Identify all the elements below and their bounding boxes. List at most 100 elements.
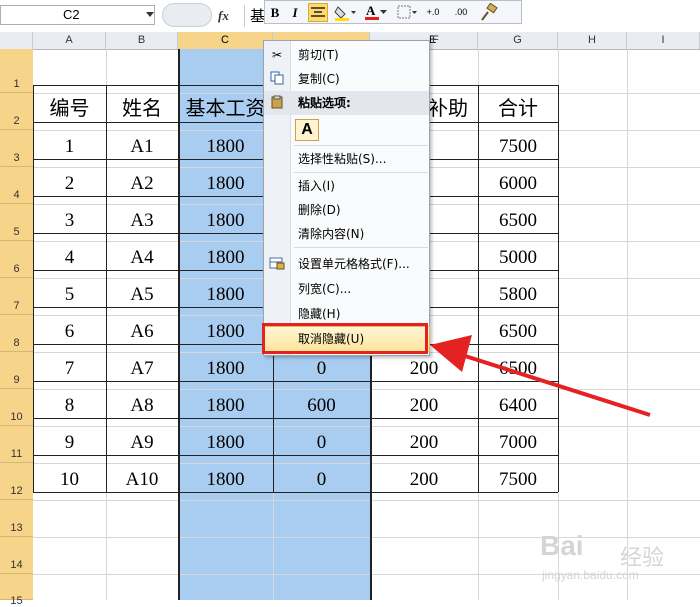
cell-total[interactable]: 6000 xyxy=(478,173,558,195)
menu-item-cut[interactable]: ✂ 剪切(T) xyxy=(264,43,429,67)
cell-col-e[interactable]: 0 xyxy=(273,432,370,454)
menu-item-insert[interactable]: 插入(I) xyxy=(264,174,429,198)
cell-total[interactable]: 7000 xyxy=(478,432,558,454)
column-header-g[interactable]: G xyxy=(478,32,558,49)
cell-total[interactable]: 6500 xyxy=(478,321,558,343)
row-header[interactable]: 1 xyxy=(0,49,33,93)
cell-total[interactable]: 5000 xyxy=(478,247,558,269)
column-header-a[interactable]: A xyxy=(33,32,106,49)
fill-color-button[interactable] xyxy=(333,3,357,22)
cell-base-salary[interactable]: 1800 xyxy=(178,395,273,417)
cell-id[interactable]: 3 xyxy=(33,210,106,232)
cell-id[interactable]: 8 xyxy=(33,395,106,417)
insert-function-button[interactable]: fx xyxy=(218,5,238,27)
cell-id[interactable]: 4 xyxy=(33,247,106,269)
center-align-button[interactable] xyxy=(308,3,328,22)
menu-item-copy[interactable]: 复制(C) xyxy=(264,67,429,91)
cell-allowance[interactable]: 200 xyxy=(370,469,478,491)
cell-name[interactable]: A10 xyxy=(106,469,178,491)
cell-allowance[interactable]: 200 xyxy=(370,358,478,380)
cell-allowance[interactable]: 200 xyxy=(370,432,478,454)
column-header-c[interactable]: C xyxy=(178,32,273,49)
increase-decimal-button[interactable]: +.0 xyxy=(421,3,445,22)
cell-base-salary[interactable]: 1800 xyxy=(178,321,273,343)
cell-total[interactable]: 7500 xyxy=(478,136,558,158)
context-menu: ✂ 剪切(T) 复制(C) 粘贴选项: A 选择性粘贴(S)... 插入(I) … xyxy=(263,40,430,356)
table-header-name[interactable]: 姓名 xyxy=(106,92,178,121)
copy-icon xyxy=(269,71,285,87)
menu-item-delete[interactable]: 删除(D) xyxy=(264,198,429,222)
cell-base-salary[interactable]: 1800 xyxy=(178,284,273,306)
cell-name[interactable]: A1 xyxy=(106,136,178,158)
cell-name[interactable]: A6 xyxy=(106,321,178,343)
cell-base-salary[interactable]: 1800 xyxy=(178,432,273,454)
column-header-i[interactable]: I xyxy=(627,32,700,49)
row-header[interactable]: 15 xyxy=(0,574,33,607)
cell-name[interactable]: A8 xyxy=(106,395,178,417)
cell-total[interactable]: 6500 xyxy=(478,358,558,380)
cell-col-e[interactable]: 0 xyxy=(273,469,370,491)
row-header[interactable]: 7 xyxy=(0,278,33,315)
cell-id[interactable]: 7 xyxy=(33,358,106,380)
cell-base-salary[interactable]: 1800 xyxy=(178,469,273,491)
cell-name[interactable]: A4 xyxy=(106,247,178,269)
cell-id[interactable]: 6 xyxy=(33,321,106,343)
cell-name[interactable]: A7 xyxy=(106,358,178,380)
row-header[interactable]: 3 xyxy=(0,130,33,167)
cell-base-salary[interactable]: 1800 xyxy=(178,358,273,380)
cell-col-e[interactable]: 0 xyxy=(273,358,370,380)
menu-item-clear-contents[interactable]: 清除内容(N) xyxy=(264,222,429,246)
cell-id[interactable]: 1 xyxy=(33,136,106,158)
row-header[interactable]: 12 xyxy=(0,463,33,500)
table-header-base-salary[interactable]: 基本工资 xyxy=(178,92,273,121)
font-color-button[interactable]: A xyxy=(363,3,389,22)
row-header[interactable]: 11 xyxy=(0,426,33,463)
cell-base-salary[interactable]: 1800 xyxy=(178,247,273,269)
row-header[interactable]: 2 xyxy=(0,93,33,130)
format-painter-button[interactable] xyxy=(478,2,500,22)
menu-item-column-width[interactable]: 列宽(C)... xyxy=(264,277,429,301)
cell-total[interactable]: 6400 xyxy=(478,395,558,417)
cell-total[interactable]: 6500 xyxy=(478,210,558,232)
cell-name[interactable]: A3 xyxy=(106,210,178,232)
row-header[interactable]: 14 xyxy=(0,537,33,574)
column-header-h[interactable]: H xyxy=(558,32,627,49)
menu-item-paste-special[interactable]: 选择性粘贴(S)... xyxy=(264,147,429,171)
decrease-decimal-button[interactable]: .00 xyxy=(449,3,473,22)
italic-button[interactable]: I xyxy=(288,3,302,22)
cell-allowance[interactable]: 200 xyxy=(370,395,478,417)
menu-item-format-cells[interactable]: 设置单元格格式(F)... xyxy=(264,252,429,276)
highlight-box xyxy=(262,323,428,354)
cell-name[interactable]: A5 xyxy=(106,284,178,306)
cell-id[interactable]: 5 xyxy=(33,284,106,306)
cell-id[interactable]: 9 xyxy=(33,432,106,454)
name-box[interactable]: C2 xyxy=(0,5,155,25)
borders-button[interactable] xyxy=(395,3,417,22)
select-all-corner[interactable] xyxy=(0,32,33,49)
table-header-id[interactable]: 编号 xyxy=(33,92,106,121)
cell-id[interactable]: 10 xyxy=(33,469,106,491)
cell-total[interactable]: 7500 xyxy=(478,469,558,491)
row-header[interactable]: 4 xyxy=(0,167,33,204)
cell-col-e[interactable]: 600 xyxy=(273,395,370,417)
table-header-total[interactable]: 合计 xyxy=(478,92,558,121)
row-header[interactable]: 13 xyxy=(0,500,33,537)
cell-base-salary[interactable]: 1800 xyxy=(178,210,273,232)
cell-name[interactable]: A9 xyxy=(106,432,178,454)
clipboard-icon xyxy=(269,95,285,111)
row-header[interactable]: 10 xyxy=(0,389,33,426)
bold-button[interactable]: B xyxy=(268,3,282,22)
cell-total[interactable]: 5800 xyxy=(478,284,558,306)
cell-name[interactable]: A2 xyxy=(106,173,178,195)
paste-keep-text-button[interactable]: A xyxy=(295,119,319,141)
cell-base-salary[interactable]: 1800 xyxy=(178,173,273,195)
row-header[interactable]: 6 xyxy=(0,241,33,278)
row-header[interactable]: 8 xyxy=(0,315,33,352)
name-box-dropdown-icon[interactable] xyxy=(146,12,154,17)
table-header-allowance[interactable]: 补助 xyxy=(428,92,478,121)
column-header-b[interactable]: B xyxy=(106,32,178,49)
row-header[interactable]: 5 xyxy=(0,204,33,241)
cell-base-salary[interactable]: 1800 xyxy=(178,136,273,158)
row-header[interactable]: 9 xyxy=(0,352,33,389)
cell-id[interactable]: 2 xyxy=(33,173,106,195)
